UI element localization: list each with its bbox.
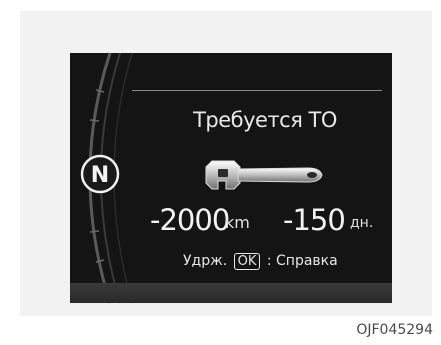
- gauge-tick: [89, 230, 100, 233]
- days-remaining: -150: [283, 203, 346, 237]
- header-divider: [132, 90, 382, 91]
- figure-code: OJF045294: [356, 322, 433, 338]
- gauge-tick: [89, 119, 100, 122]
- distance-remaining: -2000: [150, 203, 230, 237]
- distance-unit: km: [225, 213, 250, 232]
- gear-indicator: N: [80, 154, 120, 194]
- gauge-tick: [95, 89, 105, 93]
- help-hint: Удрж. OK : Справка: [183, 253, 338, 270]
- gear-label: N: [91, 163, 109, 188]
- help-suffix: : Справка: [266, 253, 338, 269]
- display-footer-band: [70, 283, 392, 303]
- gauge-tick: [95, 259, 105, 263]
- service-required-title: Требуется ТО: [193, 108, 337, 132]
- help-prefix: Удрж.: [183, 253, 228, 269]
- wrench-icon: [205, 160, 323, 190]
- days-unit: дн.: [350, 215, 374, 231]
- ok-button-indicator: OK: [233, 253, 261, 270]
